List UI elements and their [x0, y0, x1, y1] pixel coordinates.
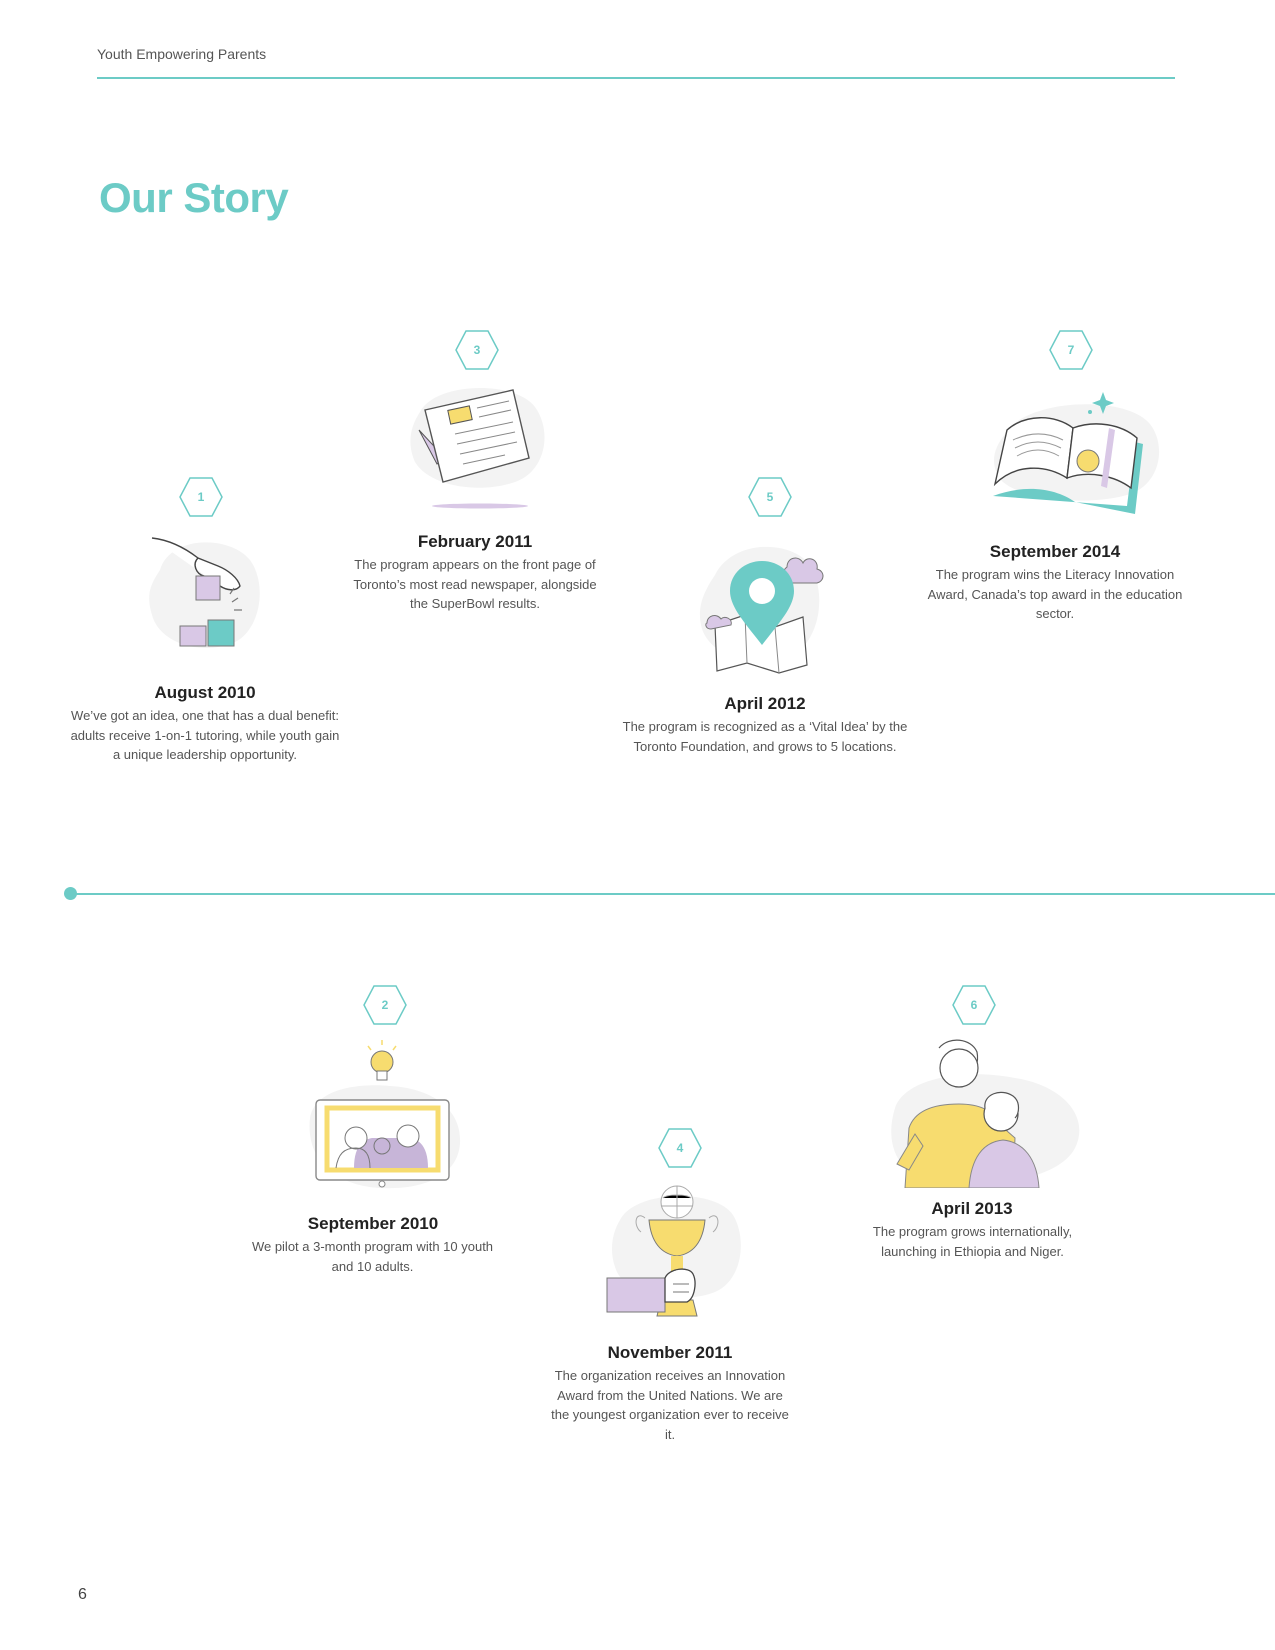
trophy-icon [606, 1185, 741, 1317]
event-description: The program wins the Literacy Innovation… [927, 567, 1183, 621]
event-date: April 2012 [724, 694, 806, 713]
event-date: November 2011 [607, 1343, 733, 1362]
page-title: Our Story [99, 174, 289, 221]
event-description: We’ve got an idea, one that has a dual b… [70, 708, 340, 762]
people-icon [891, 1039, 1080, 1188]
event-date: February 2011 [417, 532, 533, 551]
page-number: 6 [78, 1586, 87, 1603]
event-description: The program appears on the front page of… [353, 557, 597, 611]
event-date: April 2013 [931, 1199, 1013, 1218]
event-description: The program grows internationally, launc… [872, 1224, 1073, 1259]
step-badge-2: 2 [363, 985, 407, 1025]
computer-lightbulb-icon [309, 1040, 461, 1189]
event-date: September 2014 [989, 542, 1121, 561]
timeline-line [70, 893, 1275, 895]
header-title: Youth Empowering Parents [97, 46, 267, 62]
step-badge-3: 3 [455, 330, 499, 370]
step-badge-1: 1 [179, 477, 223, 517]
event-date: August 2010 [154, 683, 256, 702]
event-description: The program is recognized as a ‘Vital Id… [622, 719, 908, 754]
hand-blocks-icon [149, 537, 260, 649]
event-description: We pilot a 3-month program with 10 youth… [251, 1239, 494, 1274]
header-divider [97, 77, 1175, 79]
book-medal-icon [993, 392, 1160, 514]
step-badge-5: 5 [748, 477, 792, 517]
newspaper-icon [410, 388, 545, 509]
step-badge-7: 7 [1049, 330, 1093, 370]
map-pin-icon [699, 546, 824, 674]
event-description: The organization receives an Innovation … [551, 1368, 789, 1442]
step-badge-4: 4 [658, 1128, 702, 1168]
event-date: September 2010 [307, 1214, 439, 1233]
step-badge-6: 6 [952, 985, 996, 1025]
